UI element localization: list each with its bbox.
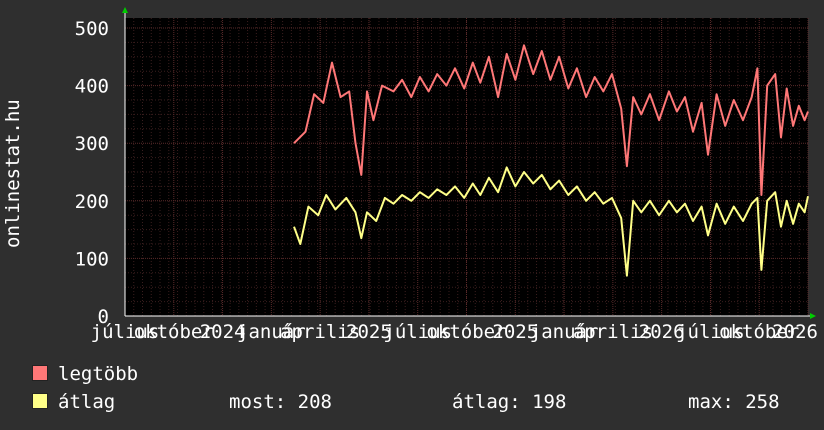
x-tick-label: 2026 xyxy=(772,321,818,343)
y-tick-label: 500 xyxy=(75,18,109,40)
y-tick-label: 300 xyxy=(75,133,109,155)
stat-avg: átlag: 198 xyxy=(452,391,567,413)
stat-now: most: 208 xyxy=(229,391,332,413)
legend-item-avg: átlag xyxy=(32,390,115,414)
legend-label-avg: átlag xyxy=(58,391,116,413)
legend-item-max: legtöbb xyxy=(32,362,138,386)
stat-max: max: 258 xyxy=(688,391,780,413)
x-axis-arrow xyxy=(810,313,816,319)
y-tick-label: 400 xyxy=(75,76,109,98)
y-tick-label: 100 xyxy=(75,248,109,270)
y-axis-label: onlinestat.hu xyxy=(2,99,24,248)
legend-swatch-max xyxy=(32,365,48,381)
y-axis-arrow xyxy=(122,7,128,13)
legend-label-max: legtöbb xyxy=(58,363,139,385)
y-tick-label: 200 xyxy=(75,191,109,213)
legend-swatch-avg xyxy=(32,393,48,409)
